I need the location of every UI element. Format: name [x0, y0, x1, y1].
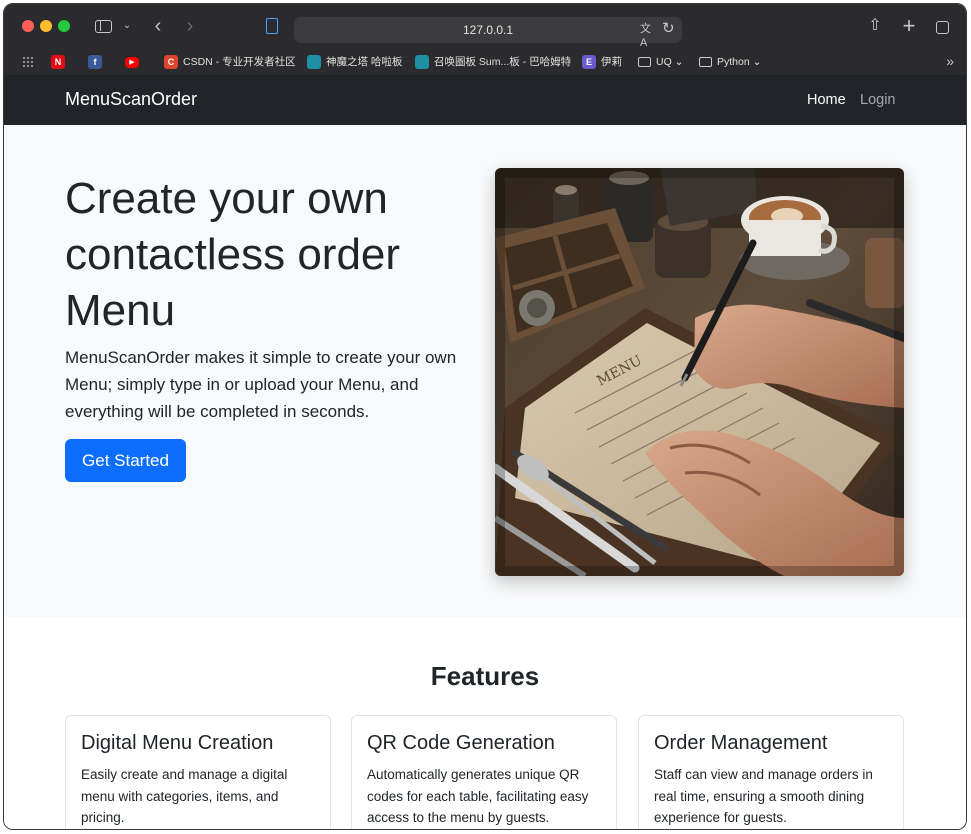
bookmark-label: 召唤圖板 Sum...板 - 巴哈姆特 [434, 56, 572, 68]
brand-link[interactable]: MenuScanOrder [65, 89, 197, 110]
close-window-button[interactable] [22, 20, 34, 32]
get-started-button[interactable]: Get Started [65, 439, 186, 482]
bookmarks-bar: N f ▶ C CSDN - 专业开发者社区 神魔之塔 哈啦板 召唤圖板 Sum.… [4, 48, 966, 75]
folder-icon [638, 57, 651, 68]
hero-lead: MenuScanOrder makes it simple to create … [65, 348, 457, 421]
feature-card-title: Order Management [654, 732, 828, 754]
bahamut-icon [307, 55, 321, 70]
feature-card-qr-code: QR Code Generation Automatically generat… [351, 715, 617, 829]
features-title: Features [430, 661, 540, 691]
apps-grid-icon[interactable] [22, 56, 34, 68]
sidebar-toggle-icon[interactable] [92, 16, 114, 36]
tab-overview-icon[interactable] [932, 16, 952, 36]
bookmark-netflix[interactable]: N [51, 54, 70, 70]
hero-title: Create your own contactless order Menu [65, 174, 401, 335]
browser-toolbar: ⌄ ‹ › 127.0.0.1 文A ↻ ⇧ + [4, 4, 966, 49]
bookmark-youtube[interactable]: ▶ [125, 54, 144, 70]
site-navbar: MenuScanOrder Home Login [4, 75, 966, 125]
forward-arrow-icon[interactable]: › [182, 16, 198, 36]
maximize-window-button[interactable] [58, 20, 70, 32]
feature-card-order-management: Order Management Staff can view and mana… [638, 715, 904, 829]
page-icon [264, 16, 280, 36]
hero-image: MENU [495, 168, 904, 576]
csdn-icon: C [164, 55, 178, 70]
bahamut-icon [415, 55, 429, 70]
back-arrow-icon[interactable]: ‹ [150, 16, 166, 36]
nav-link-home[interactable]: Home [807, 92, 846, 108]
feature-card-digital-menu: Digital Menu Creation Easily create and … [65, 715, 331, 829]
facebook-icon: f [88, 55, 102, 70]
bookmark-summon[interactable]: 召唤圖板 Sum...板 - 巴哈姆特 [415, 54, 571, 70]
hero-section: Create your own contactless order Menu M… [4, 125, 966, 617]
feature-card-text: Staff can view and manage orders in real… [654, 767, 873, 825]
bookmark-folder-uq[interactable]: UQ ⌄ [638, 54, 683, 70]
bookmark-tos[interactable]: 神魔之塔 哈啦板 [307, 54, 402, 70]
translate-icon[interactable]: 文A [640, 22, 658, 49]
chevron-down-icon[interactable]: ⌄ [121, 16, 133, 36]
features-section: Features Digital Menu Creation Easily cr… [4, 617, 966, 829]
folder-icon [699, 57, 712, 68]
bookmark-label: 神魔之塔 哈啦板 [326, 56, 403, 68]
eyny-icon: E [582, 55, 596, 70]
nav-link-login[interactable]: Login [860, 92, 895, 108]
bookmark-facebook[interactable]: f [88, 54, 107, 70]
bookmark-label: UQ [656, 56, 672, 68]
reload-icon[interactable]: ↻ [662, 20, 678, 38]
feature-card-title: QR Code Generation [367, 732, 555, 754]
new-tab-icon[interactable]: + [900, 15, 918, 37]
feature-card-title: Digital Menu Creation [81, 732, 274, 754]
feature-card-text: Easily create and manage a digital menu … [81, 767, 288, 825]
bookmark-folder-python[interactable]: Python ⌄ [699, 54, 761, 70]
youtube-icon: ▶ [125, 56, 139, 68]
feature-card-text: Automatically generates unique QR codes … [367, 767, 589, 825]
share-icon[interactable]: ⇧ [866, 16, 884, 36]
more-bookmarks-icon[interactable]: » [946, 53, 954, 69]
browser-window: ⌄ ‹ › 127.0.0.1 文A ↻ ⇧ + N f ▶ C CSDN - 专… [3, 3, 967, 830]
bookmark-label: Python [717, 56, 750, 68]
netflix-icon: N [51, 55, 65, 70]
bookmark-eyny[interactable]: E 伊莉 [582, 54, 622, 70]
minimize-window-button[interactable] [40, 20, 52, 32]
bookmark-label: 伊莉 [601, 56, 622, 68]
bookmark-label: CSDN - 专业开发者社区 [183, 56, 296, 68]
browser-chrome: ⌄ ‹ › 127.0.0.1 文A ↻ ⇧ + N f ▶ C CSDN - 专… [4, 4, 966, 75]
address-bar[interactable]: 127.0.0.1 [294, 17, 682, 43]
bookmark-csdn[interactable]: C CSDN - 专业开发者社区 [164, 54, 296, 70]
